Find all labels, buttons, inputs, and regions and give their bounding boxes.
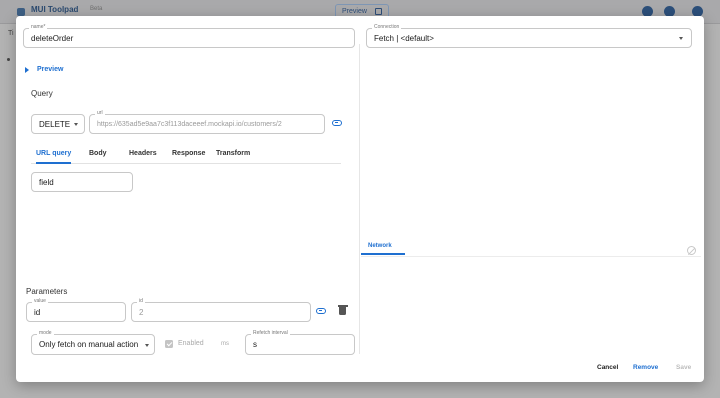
- url-query-field-input[interactable]: field: [31, 172, 133, 192]
- mode-select[interactable]: mode Only fetch on manual action: [31, 330, 155, 355]
- mode-label: mode: [37, 330, 54, 337]
- cancel-button[interactable]: Cancel: [597, 364, 618, 371]
- refetch-interval-input[interactable]: Refetch interval s: [245, 330, 355, 355]
- app-preview-label: Preview: [342, 8, 367, 15]
- open-external-icon: [375, 8, 382, 15]
- remove-button[interactable]: Remove: [633, 364, 658, 371]
- network-tab-divider: [361, 256, 701, 257]
- parameter-value-label: id: [137, 298, 145, 305]
- trash-icon[interactable]: [337, 305, 348, 315]
- play-arrow-icon: [25, 67, 29, 73]
- toolpad-logo: [17, 8, 25, 16]
- refetch-interval-label: Refetch interval: [251, 330, 290, 337]
- http-method-value: DELETE: [39, 120, 71, 129]
- tab-body[interactable]: Body: [89, 149, 107, 164]
- query-section-label: Query: [31, 89, 53, 98]
- link-icon[interactable]: [316, 308, 326, 314]
- chevron-down-icon: [145, 344, 149, 347]
- enabled-label: Enabled: [178, 340, 204, 347]
- chevron-down-icon: [679, 37, 683, 40]
- tab-response[interactable]: Response: [172, 149, 205, 164]
- tab-network[interactable]: Network: [361, 240, 405, 255]
- parameter-value-input[interactable]: id 2: [131, 298, 311, 322]
- query-tabs: URL query Body Headers Response Transfor…: [31, 149, 341, 164]
- url-label: url: [95, 110, 105, 117]
- refetch-interval-value: s: [253, 340, 257, 349]
- background-text: Ti: [8, 30, 14, 37]
- connection-value: Fetch | <default>: [374, 34, 434, 43]
- enabled-checkbox[interactable]: [165, 340, 173, 348]
- preview-toggle[interactable]: Preview: [25, 66, 64, 73]
- app-title: MUI Toolpad: [31, 5, 79, 14]
- query-name-value: deleteOrder: [31, 34, 74, 43]
- connection-label: Connection: [372, 24, 402, 31]
- query-editor-dialog: name* deleteOrder Connection Fetch | <de…: [16, 16, 704, 382]
- url-value: https://635ad5e9aa7c3f113daceeef.mockapi…: [97, 121, 282, 128]
- chevron-down-icon: [74, 123, 78, 126]
- mode-value: Only fetch on manual action: [39, 340, 139, 349]
- parameter-name-value: id: [34, 308, 41, 317]
- tab-url-query[interactable]: URL query: [36, 149, 72, 164]
- url-query-field-value: field: [39, 178, 54, 187]
- panel-divider: [359, 44, 360, 354]
- tab-transform[interactable]: Transform: [216, 149, 250, 164]
- background-bullet: [7, 58, 10, 61]
- tab-headers[interactable]: Headers: [129, 149, 157, 164]
- network-tab-label: Network: [368, 243, 392, 249]
- query-name-field[interactable]: name* deleteOrder: [23, 24, 355, 48]
- parameter-value-value: 2: [139, 308, 144, 317]
- clear-icon[interactable]: [687, 246, 696, 255]
- parameter-name-input[interactable]: value id: [26, 298, 126, 322]
- save-button[interactable]: Save: [676, 364, 691, 371]
- parameters-label: Parameters: [26, 287, 68, 296]
- link-icon[interactable]: [332, 120, 342, 126]
- preview-label: Preview: [37, 66, 64, 73]
- ms-label: ms: [221, 341, 229, 347]
- query-name-label: name*: [29, 24, 48, 31]
- beta-badge: Beta: [90, 6, 103, 12]
- http-method-select[interactable]: DELETE: [31, 114, 85, 134]
- url-input[interactable]: url https://635ad5e9aa7c3f113daceeef.moc…: [89, 110, 325, 134]
- parameter-name-label: value: [32, 298, 48, 305]
- connection-select[interactable]: Connection Fetch | <default>: [366, 24, 692, 48]
